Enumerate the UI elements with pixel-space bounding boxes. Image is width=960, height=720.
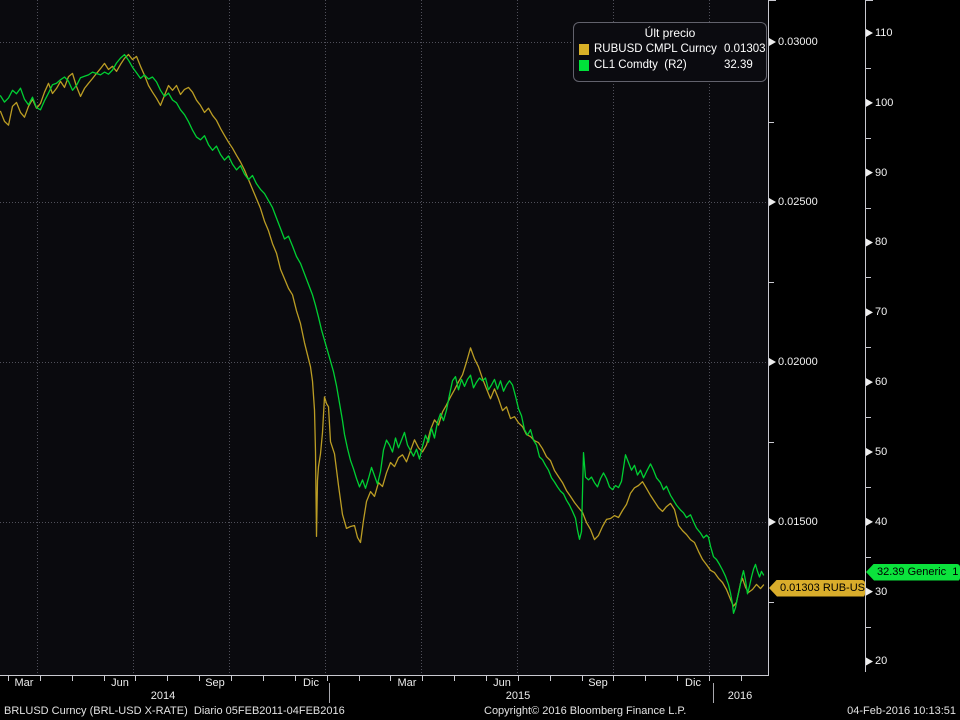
last-price-tag-rubusd: 0.01303 RUB-USD X — [769, 579, 865, 597]
legend-series-name: RUBUSD CMPL Curncy (R1) — [594, 43, 724, 55]
security-description: BRLUSD Curncy (BRL-USD X-RATE) Diario 05… — [4, 705, 345, 717]
legend-row-cl1[interactable]: CL1 Comdty (R2) 32.39 — [579, 57, 761, 73]
bloomberg-chart-screen: 0.03000 0.02500 0.02000 0.01500 110 100 90 80 70… — [0, 0, 960, 720]
price-chart-canvas[interactable] — [0, 0, 960, 703]
timestamp: 04-Feb-2016 10:13:51 — [847, 705, 956, 717]
copyright-notice: Copyright© 2016 Bloomberg Finance L.P. — [484, 705, 687, 717]
rubusd-series-swatch-icon — [579, 43, 589, 55]
cl1-series-swatch-icon — [579, 59, 589, 71]
status-bar: BRLUSD Curncy (BRL-USD X-RATE) Diario 05… — [0, 703, 960, 720]
chart-legend[interactable]: Últ precio RUBUSD CMPL Curncy (R1) 0.013… — [573, 22, 767, 82]
legend-series-value: 32.39 — [724, 59, 753, 71]
legend-title: Últ precio — [644, 26, 696, 40]
last-price-tag-cl1: 32.39 Generic 1 — [866, 563, 960, 581]
legend-series-value: 0.01303 — [724, 43, 766, 55]
legend-series-name: CL1 Comdty (R2) — [594, 59, 687, 71]
legend-row-rubusd[interactable]: RUBUSD CMPL Curncy (R1) 0.01303 — [579, 41, 766, 57]
